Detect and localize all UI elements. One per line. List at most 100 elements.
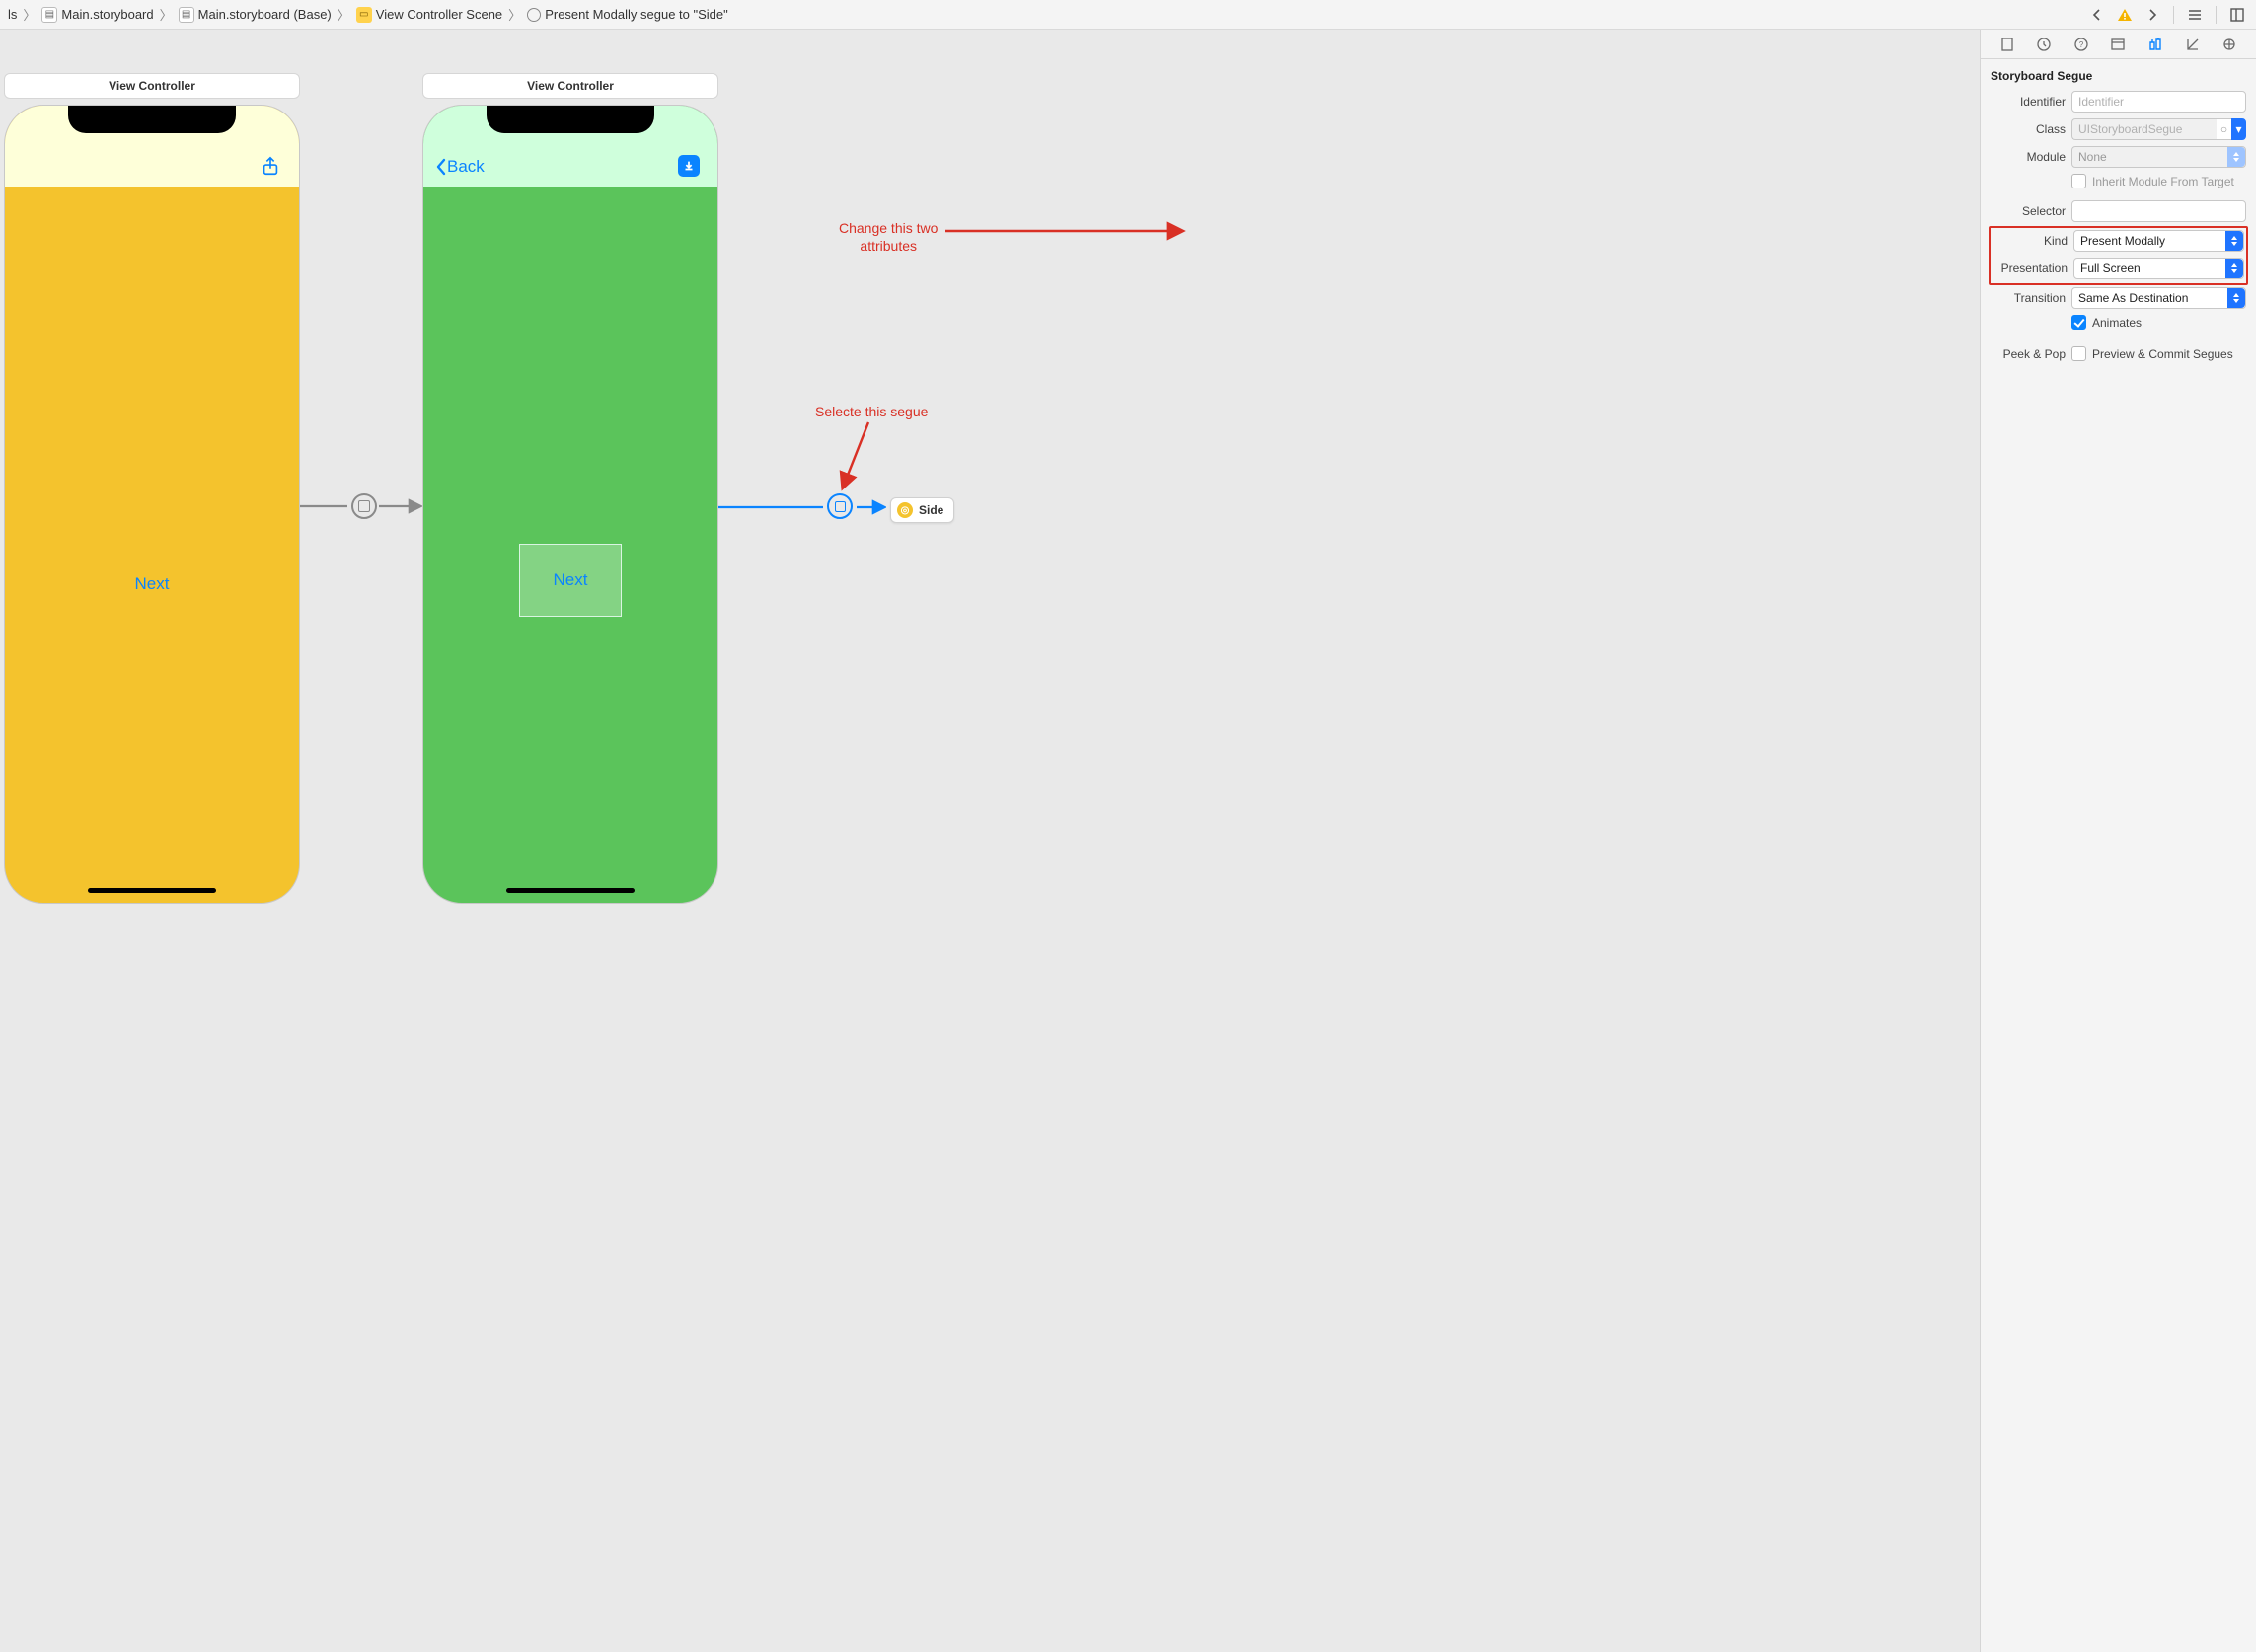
- crumb-file-label: Main.storyboard: [61, 7, 153, 22]
- inspector-tab-bar: ?: [1981, 30, 2256, 59]
- crumb-scene[interactable]: ▭ View Controller Scene: [354, 7, 504, 23]
- scene-reference-side[interactable]: ◎ Side: [890, 497, 954, 523]
- device-notch: [68, 106, 236, 133]
- class-field[interactable]: ○ ▾: [2071, 118, 2246, 140]
- home-indicator: [88, 888, 216, 893]
- presentation-dropdown[interactable]: Full Screen: [2073, 258, 2244, 279]
- row-peekpop: Peek & Pop Preview & Commit Segues: [1991, 346, 2246, 361]
- animates-checkbox-row[interactable]: Animates: [2071, 315, 2246, 330]
- inspector-body: Storyboard Segue Identifier Class ○ ▾ Mo…: [1981, 59, 2256, 381]
- vc2-device-frame: Back Next: [422, 105, 718, 904]
- storyboard-file-icon: ▤: [41, 7, 57, 23]
- transition-value: Same As Destination: [2078, 291, 2188, 305]
- vc2-container-view[interactable]: Next: [519, 544, 622, 617]
- history-inspector-tab[interactable]: [2033, 34, 2055, 55]
- scene-reference-icon: ◎: [897, 502, 913, 518]
- stepper-icon: [2225, 231, 2243, 251]
- outline-toggle-button[interactable]: [2182, 4, 2208, 26]
- clear-class-icon[interactable]: ○: [2217, 118, 2231, 140]
- identity-inspector-tab[interactable]: [2107, 34, 2129, 55]
- back-button[interactable]: Back: [435, 157, 485, 177]
- animates-label: Animates: [2092, 316, 2142, 330]
- selector-field[interactable]: [2071, 200, 2246, 222]
- row-identifier: Identifier: [1991, 91, 2246, 113]
- label-class: Class: [1991, 122, 2066, 136]
- transition-dropdown[interactable]: Same As Destination: [2071, 287, 2246, 309]
- row-animates: Animates: [1991, 315, 2246, 330]
- row-inherit: Inherit Module From Target: [1991, 174, 2246, 188]
- identifier-field[interactable]: [2071, 91, 2246, 113]
- breadcrumb-separator: 〉: [158, 5, 175, 24]
- module-dropdown[interactable]: None: [2071, 146, 2246, 168]
- adjust-editor-button[interactable]: [2224, 4, 2250, 26]
- row-module: Module None: [1991, 146, 2246, 168]
- animates-checkbox[interactable]: [2071, 315, 2086, 330]
- size-inspector-tab[interactable]: [2182, 34, 2204, 55]
- annotation-change-attrs: Change this two attributes: [839, 219, 938, 255]
- attributes-inspector-tab[interactable]: [2144, 34, 2166, 55]
- crumb-root-label: ls: [8, 7, 17, 22]
- warnings-button[interactable]: [2112, 4, 2138, 26]
- segue-node-embed[interactable]: [351, 493, 377, 519]
- vc2-next-button[interactable]: Next: [554, 570, 588, 590]
- vc2-title-bar[interactable]: View Controller: [422, 73, 718, 99]
- file-inspector-tab[interactable]: [1996, 34, 2018, 55]
- breadcrumb-separator: 〉: [506, 5, 523, 24]
- segue-node-selected[interactable]: [827, 493, 853, 519]
- vc1-title-bar[interactable]: View Controller: [4, 73, 300, 99]
- crumb-base[interactable]: ▤ Main.storyboard (Base): [177, 7, 334, 23]
- label-kind: Kind: [1993, 234, 2068, 248]
- history-back-button[interactable]: [2084, 4, 2110, 26]
- scene-icon: ▭: [356, 7, 372, 23]
- crumb-scene-label: View Controller Scene: [376, 7, 502, 22]
- view-controller-1[interactable]: View Controller Next: [4, 73, 300, 904]
- row-presentation: Presentation Full Screen: [1993, 258, 2244, 279]
- vc1-title: View Controller: [109, 79, 195, 93]
- annotation-arrow-1: [835, 422, 874, 495]
- main-split: View Controller Next View Controller: [0, 30, 2256, 1652]
- inspector-panel: ? Storyboard Segue Identifier Class ○ ▾: [1980, 30, 2256, 1652]
- annotation-highlight-box: Kind Present Modally Presentation Full S…: [1989, 226, 2248, 285]
- kind-value: Present Modally: [2080, 234, 2165, 248]
- inherit-checkbox[interactable]: [2071, 174, 2086, 188]
- crumb-segue[interactable]: Present Modally segue to "Side": [525, 7, 730, 22]
- annotation-select-segue: Selecte this segue: [815, 403, 928, 420]
- storyboard-canvas[interactable]: View Controller Next View Controller: [0, 30, 1980, 1652]
- history-forward-button[interactable]: [2140, 4, 2165, 26]
- class-dropdown-icon[interactable]: ▾: [2231, 118, 2246, 140]
- home-indicator: [506, 888, 635, 893]
- preview-checkbox[interactable]: [2071, 346, 2086, 361]
- inherit-checkbox-row[interactable]: Inherit Module From Target: [2071, 174, 2246, 188]
- breadcrumb-bar: ls 〉 ▤ Main.storyboard 〉 ▤ Main.storyboa…: [0, 0, 2256, 30]
- inherit-label: Inherit Module From Target: [2092, 175, 2234, 188]
- toolbar-separator: [2173, 6, 2174, 24]
- label-presentation: Presentation: [1993, 262, 2068, 275]
- scene-reference-label: Side: [919, 503, 943, 517]
- view-controller-2[interactable]: View Controller Back Next: [422, 73, 718, 904]
- help-inspector-tab[interactable]: ?: [2070, 34, 2092, 55]
- inspector-section-title: Storyboard Segue: [1991, 65, 2246, 91]
- preview-label: Preview & Commit Segues: [2092, 347, 2233, 361]
- segue-arrow-2: [718, 499, 886, 525]
- breadcrumb-separator: 〉: [336, 5, 352, 24]
- svg-text:?: ?: [2079, 40, 2084, 49]
- breadcrumb-separator: 〉: [21, 5, 38, 24]
- preview-checkbox-row[interactable]: Preview & Commit Segues: [2071, 346, 2246, 361]
- class-text[interactable]: [2071, 118, 2217, 140]
- vc1-next-button[interactable]: Next: [135, 574, 170, 594]
- crumb-base-label: Main.storyboard (Base): [198, 7, 332, 22]
- crumb-root[interactable]: ls: [6, 7, 19, 22]
- download-icon[interactable]: [678, 155, 700, 177]
- presentation-value: Full Screen: [2080, 262, 2141, 275]
- device-notch: [487, 106, 654, 133]
- connections-inspector-tab[interactable]: [2218, 34, 2240, 55]
- crumb-file[interactable]: ▤ Main.storyboard: [39, 7, 155, 23]
- segue-icon: [527, 8, 541, 22]
- share-icon[interactable]: [260, 155, 281, 183]
- label-peekpop: Peek & Pop: [1991, 347, 2066, 361]
- kind-dropdown[interactable]: Present Modally: [2073, 230, 2244, 252]
- storyboard-file-icon: ▤: [179, 7, 194, 23]
- annotation-arrow-2: [945, 223, 1005, 239]
- row-selector: Selector: [1991, 200, 2246, 222]
- row-kind: Kind Present Modally: [1993, 230, 2244, 252]
